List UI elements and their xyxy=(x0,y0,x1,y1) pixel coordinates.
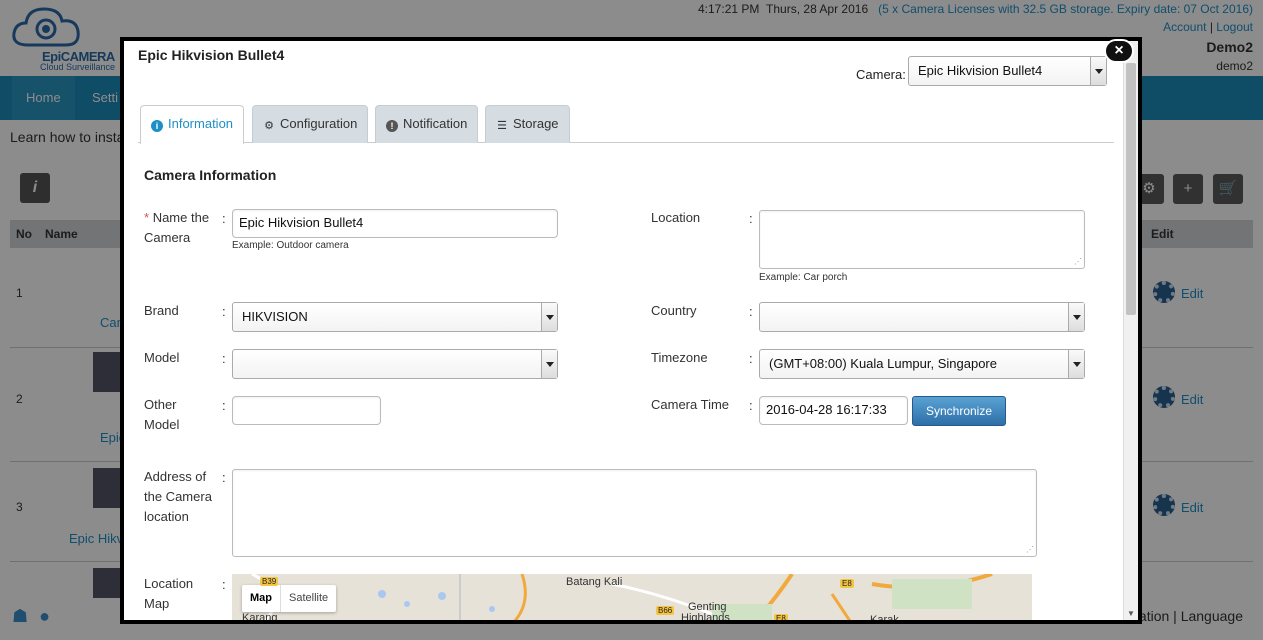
address-textarea[interactable]: ⋰ xyxy=(232,469,1037,557)
resize-grip-icon[interactable]: ⋰ xyxy=(1026,546,1034,554)
camera-time-label: Camera Time xyxy=(651,397,730,412)
chevron-down-icon xyxy=(1068,303,1084,331)
location-label: Location xyxy=(651,210,701,225)
scroll-down-icon[interactable]: ▼ xyxy=(1127,609,1135,618)
colon: : xyxy=(749,304,753,319)
map-place-label: Highlands xyxy=(681,612,730,624)
colon: : xyxy=(749,398,753,413)
colon: : xyxy=(222,351,226,366)
map-view-button[interactable]: Map xyxy=(242,585,281,612)
tab-notification[interactable]: ! Notification xyxy=(375,105,479,143)
country-select[interactable] xyxy=(759,302,1085,332)
road-shield: E8 xyxy=(774,614,788,623)
alert-icon: ! xyxy=(386,120,398,132)
tab-bar: i Information ⚙ Configuration ! Notificatio… xyxy=(138,105,1114,144)
chevron-down-icon xyxy=(541,350,557,378)
road-shield: B66 xyxy=(656,606,675,615)
chevron-down-icon xyxy=(1090,57,1106,85)
storage-icon: ☰ xyxy=(497,120,507,132)
map-place-label: Karang xyxy=(242,612,278,624)
colon: : xyxy=(222,211,226,226)
colon: : xyxy=(222,304,226,319)
satellite-view-button[interactable]: Satellite xyxy=(281,585,336,612)
name-hint: Example: Outdoor camera xyxy=(232,240,349,251)
colon: : xyxy=(222,470,226,485)
map-roads xyxy=(232,574,1032,620)
country-label: Country xyxy=(651,303,697,318)
chevron-down-icon xyxy=(541,303,557,331)
road-shield: E8 xyxy=(840,579,854,588)
location-hint: Example: Car porch xyxy=(759,272,848,283)
resize-grip-icon[interactable]: ⋰ xyxy=(1074,258,1082,266)
location-textarea[interactable]: ⋰ xyxy=(759,210,1085,269)
address-label: Address of the Camera location xyxy=(144,469,212,524)
timezone-label: Timezone xyxy=(651,350,708,365)
timezone-select-value: (GMT+08:00) Kuala Lumpur, Singapore xyxy=(769,356,997,371)
info-icon: i xyxy=(151,120,163,132)
location-map-label: Location Map xyxy=(144,576,194,611)
camera-select[interactable]: Epic Hikvision Bullet4 xyxy=(908,56,1107,86)
brand-select-value: HIKVISION xyxy=(242,309,308,324)
scroll-thumb[interactable] xyxy=(1126,63,1136,315)
map-place-label: Batang Kali xyxy=(566,576,623,588)
colon: : xyxy=(222,577,226,592)
section-title: Camera Information xyxy=(144,167,277,183)
colon: : xyxy=(749,211,753,226)
map-place-label: Karak xyxy=(870,614,899,624)
colon: : xyxy=(749,351,753,366)
camera-select-label: Camera: xyxy=(856,67,906,82)
modal-scrollbar[interactable]: ▲ ▼ xyxy=(1123,41,1138,620)
map-type-toggle: Map Satellite xyxy=(242,585,337,612)
close-icon[interactable]: × xyxy=(1104,39,1134,63)
model-label: Model xyxy=(144,350,180,365)
camera-time-input[interactable]: 2016-04-28 16:17:33 xyxy=(759,396,908,425)
tab-label: Storage xyxy=(513,116,559,131)
location-map[interactable]: Map Satellite Batang Kali Genting Highlan… xyxy=(232,574,1032,624)
name-label-text: Name the Camera xyxy=(144,210,210,245)
tab-label: Configuration xyxy=(280,116,358,131)
synchronize-button[interactable]: Synchronize xyxy=(912,396,1006,426)
other-model-input[interactable] xyxy=(232,396,381,425)
camera-name-input[interactable]: Epic Hikvision Bullet4 xyxy=(232,209,558,238)
tab-storage[interactable]: ☰ Storage xyxy=(485,105,570,143)
chevron-down-icon xyxy=(1068,350,1084,378)
tab-label: Information xyxy=(168,116,234,131)
road-shield: B39 xyxy=(260,577,279,586)
modal-title: Epic Hikvision Bullet4 xyxy=(138,47,285,63)
required-mark: * xyxy=(144,210,150,225)
name-label: * Name the Camera xyxy=(144,208,224,248)
colon: : xyxy=(222,398,226,413)
tab-configuration[interactable]: ⚙ Configuration xyxy=(252,105,369,143)
other-model-label: Other Model xyxy=(144,397,180,432)
timezone-select[interactable]: (GMT+08:00) Kuala Lumpur, Singapore xyxy=(759,349,1085,379)
brand-select[interactable]: HIKVISION xyxy=(232,302,558,332)
brand-label: Brand xyxy=(144,303,179,318)
tab-label: Notification xyxy=(403,116,468,131)
camera-modal: Epic Hikvision Bullet4 Camera: Epic Hikv… xyxy=(120,37,1142,624)
camera-select-value: Epic Hikvision Bullet4 xyxy=(918,63,1043,78)
tab-information[interactable]: i Information xyxy=(140,105,245,144)
gear-icon: ⚙ xyxy=(264,120,274,132)
model-select[interactable] xyxy=(232,349,558,379)
